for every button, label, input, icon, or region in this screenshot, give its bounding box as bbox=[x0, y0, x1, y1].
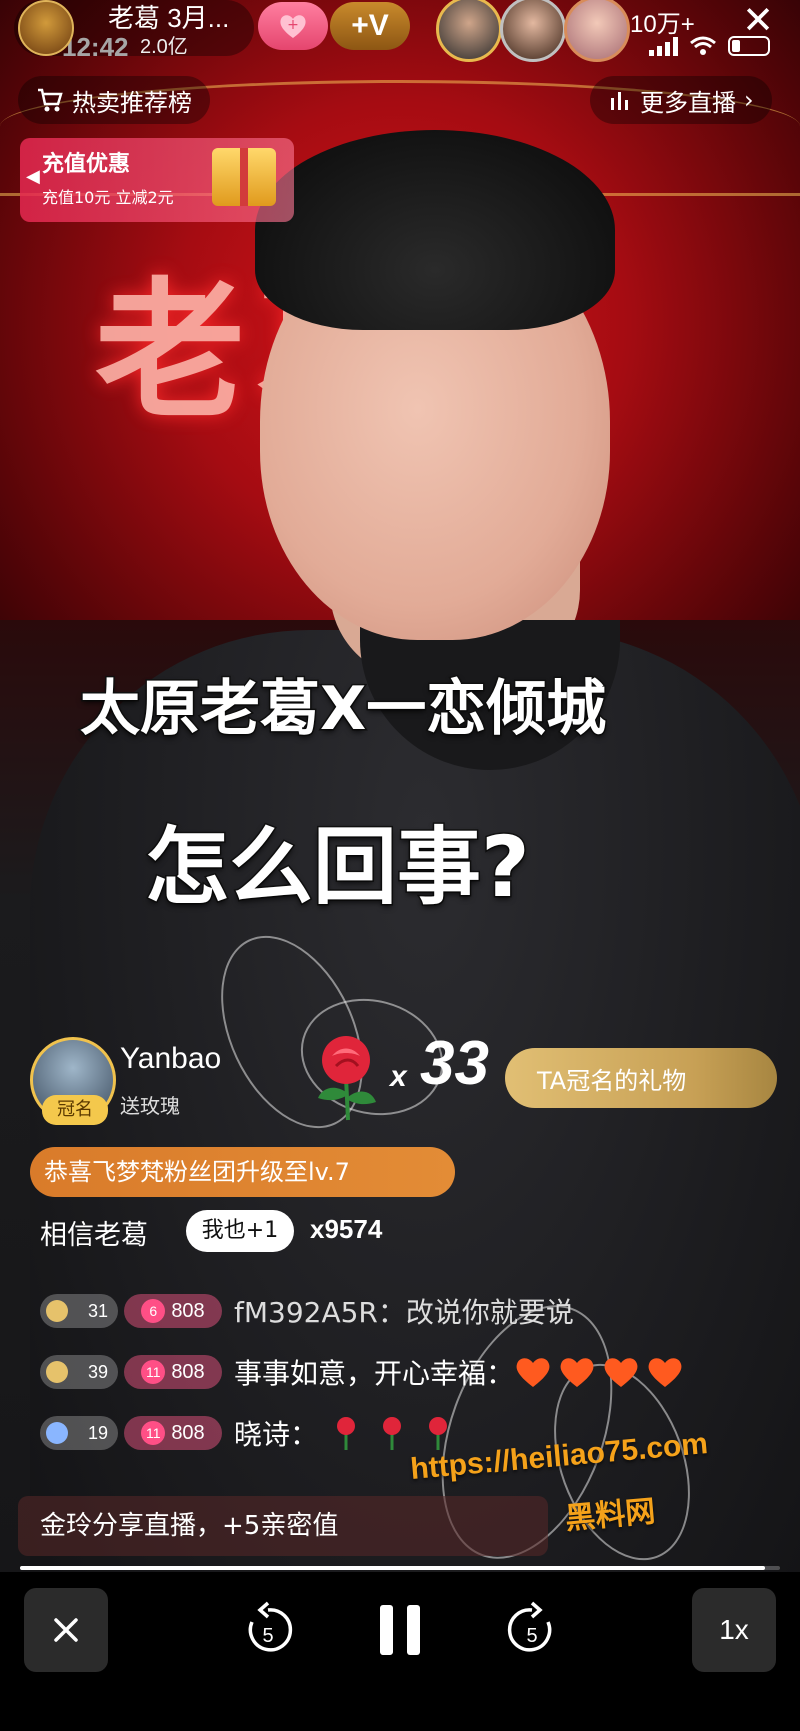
recharge-subtitle: 充值10元 立减2元 bbox=[42, 188, 174, 207]
heart-icon bbox=[516, 1358, 550, 1387]
trust-message: 相信老葛 bbox=[40, 1220, 148, 1251]
fan-level-icon: 6 bbox=[141, 1299, 166, 1323]
comment-text: 事事如意，开心幸福： bbox=[234, 1357, 515, 1390]
pause-button[interactable] bbox=[368, 1598, 432, 1662]
cart-icon bbox=[38, 88, 63, 112]
fan-level-value: 808 bbox=[171, 1421, 205, 1444]
playback-speed-button[interactable]: 1x bbox=[692, 1588, 776, 1672]
title-badge: 冠名 bbox=[42, 1095, 108, 1125]
hot-list-button[interactable]: 热卖推荐榜 bbox=[18, 76, 210, 124]
pause-icon bbox=[380, 1605, 420, 1655]
rose-icon bbox=[383, 1417, 402, 1450]
close-icon bbox=[54, 1618, 78, 1642]
comment-row[interactable]: 19 11 808 晓诗： bbox=[40, 1413, 466, 1453]
gift-box-icon bbox=[212, 148, 276, 206]
hot-list-label: 热卖推荐榜 bbox=[72, 88, 192, 117]
fan-level-badge: 6 808 bbox=[124, 1294, 222, 1328]
watermark-name: 黑料网 bbox=[564, 1495, 657, 1536]
recharge-title: 充值优惠 bbox=[42, 152, 131, 177]
playback-progress-bar[interactable] bbox=[20, 1566, 780, 1570]
close-player-button[interactable] bbox=[24, 1588, 108, 1672]
user-level-badge: 39 bbox=[40, 1355, 118, 1389]
host-popularity: 2.0亿 bbox=[140, 36, 188, 58]
fan-level-value: 808 bbox=[171, 1299, 205, 1322]
heart-icon bbox=[560, 1358, 594, 1387]
rewind-seconds: 5 bbox=[262, 1625, 273, 1647]
me-too-button[interactable]: 我也+1 bbox=[186, 1210, 294, 1252]
signal-icon bbox=[649, 36, 678, 56]
more-live-button[interactable]: 更多直播 › bbox=[590, 76, 772, 124]
comment-row[interactable]: 39 11 808 事事如意，开心幸福： bbox=[40, 1352, 690, 1392]
bar-chart-icon bbox=[611, 92, 628, 110]
forward-button[interactable]: 5 bbox=[500, 1598, 564, 1662]
video-caption-line2: 怎么回事? bbox=[144, 817, 532, 918]
fan-level-value: 808 bbox=[171, 1360, 205, 1383]
fan-level-icon: 11 bbox=[141, 1421, 166, 1445]
rose-icon bbox=[429, 1417, 448, 1450]
comment-text: 晓诗： bbox=[234, 1418, 319, 1451]
gift-action: 送玫瑰 bbox=[120, 1094, 180, 1118]
forward-5-icon: 5 bbox=[507, 1601, 552, 1652]
playback-progress-fill bbox=[20, 1566, 765, 1570]
chevron-left-icon: ◀ bbox=[26, 166, 40, 187]
fan-level-badge: 11 808 bbox=[124, 1416, 222, 1450]
follow-heart-button[interactable]: + bbox=[258, 2, 328, 50]
rewind-button[interactable]: 5 bbox=[236, 1598, 300, 1662]
trust-count: x9574 bbox=[310, 1214, 383, 1244]
rose-icon bbox=[318, 1036, 376, 1121]
heart-plus-icon: + bbox=[280, 15, 306, 38]
host-hair bbox=[255, 130, 615, 330]
forward-seconds: 5 bbox=[526, 1625, 537, 1647]
close-icon[interactable]: ✕ bbox=[738, 0, 778, 40]
wifi-icon bbox=[690, 36, 716, 55]
gift-count: 33 bbox=[420, 1029, 489, 1098]
user-level-badge: 19 bbox=[40, 1416, 118, 1450]
comment-row[interactable]: 31 6 808 fM392A5R：改说你就要说 bbox=[40, 1291, 574, 1331]
svg-text:+: + bbox=[287, 17, 299, 33]
video-caption-line1: 太原老葛X一恋倾城 bbox=[78, 673, 607, 746]
gift-sender-name: Yanbao bbox=[120, 1042, 222, 1075]
heart-icon bbox=[648, 1358, 682, 1387]
rose-icon bbox=[337, 1417, 356, 1450]
viewer-count[interactable]: 10万+ bbox=[630, 4, 695, 39]
user-level-badge: 31 bbox=[40, 1294, 118, 1328]
plus-v-button[interactable]: +V bbox=[330, 2, 410, 50]
fan-level-icon: 11 bbox=[141, 1360, 166, 1384]
comment-text: fM392A5R：改说你就要说 bbox=[234, 1296, 574, 1329]
chevron-right-icon: › bbox=[744, 86, 754, 114]
ta-title-gift-button[interactable]: TA冠名的礼物 bbox=[505, 1048, 777, 1108]
fan-level-badge: 11 808 bbox=[124, 1355, 222, 1389]
more-live-label: 更多直播 bbox=[640, 88, 736, 117]
heart-icon bbox=[604, 1358, 638, 1387]
rewind-5-icon: 5 bbox=[248, 1601, 293, 1652]
host-avatar[interactable] bbox=[18, 0, 74, 56]
gift-multiplier-sign: x bbox=[390, 1060, 407, 1093]
share-notice: 金玲分享直播，+5亲密值 bbox=[18, 1496, 548, 1556]
fan-club-upgrade-notice: 恭喜飞梦梵粉丝团升级至lv.7 bbox=[30, 1147, 455, 1197]
